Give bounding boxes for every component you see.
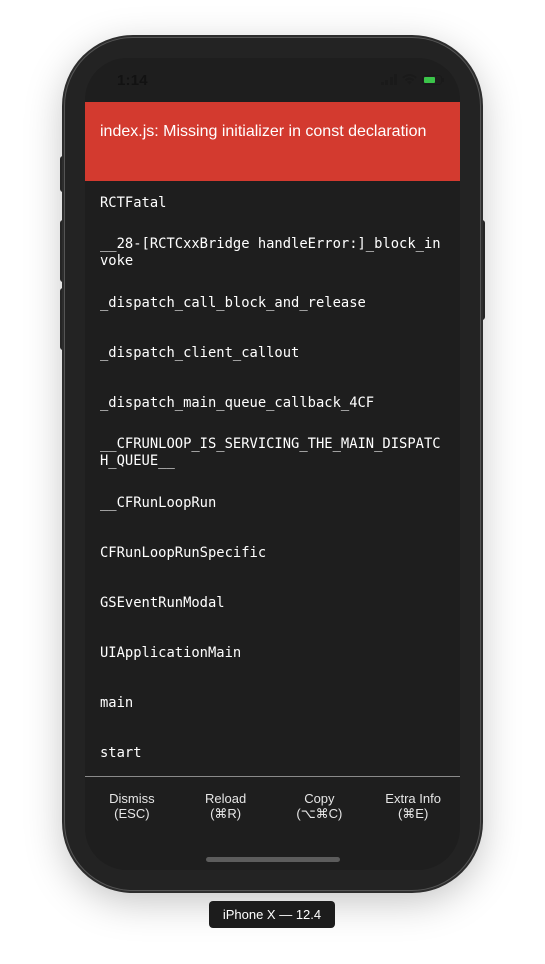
simulator-device-label: iPhone X — 12.4 [209,901,335,928]
stack-frame[interactable]: CFRunLoopRunSpecific [100,545,445,562]
dismiss-shortcut: (ESC) [114,806,150,821]
status-icons [380,74,444,85]
home-indicator[interactable] [206,857,340,862]
wifi-icon [402,74,417,85]
stack-frame[interactable]: UIApplicationMain [100,645,445,662]
stack-frame[interactable]: __28-[RCTCxxBridge handleError:]_block_i… [100,236,445,269]
redbox-error-header: index.js: Missing initializer in const d… [85,102,460,181]
extra-info-shortcut: (⌘E) [397,806,429,821]
battery-charging-icon [422,74,444,85]
stack-frame[interactable]: __CFRUNLOOP_IS_SERVICING_THE_MAIN_DISPAT… [100,436,445,469]
device-screen: 1:14 index.js: Missing initializer in co… [85,58,460,870]
extra-info-button[interactable]: Extra Info (⌘E) [366,777,460,827]
stack-frame[interactable]: RCTFatal [100,195,445,212]
dismiss-button[interactable]: Dismiss (ESC) [85,777,179,827]
dismiss-label: Dismiss [109,791,155,806]
copy-label: Copy [304,791,335,806]
stack-frame[interactable]: _dispatch_client_callout [100,345,445,362]
stack-frame[interactable]: start [100,745,445,762]
simulator-stage: 1:14 index.js: Missing initializer in co… [0,0,545,964]
stack-frame[interactable]: _dispatch_main_queue_callback_4CF [100,395,445,412]
error-message: index.js: Missing initializer in const d… [100,123,427,140]
extra-info-label: Extra Info [385,791,441,806]
reload-label: Reload [205,791,247,806]
cellular-signal-icon [380,74,397,85]
copy-button[interactable]: Copy (⌥⌘C) [273,777,367,827]
status-bar: 1:14 [85,58,460,102]
copy-shortcut: (⌥⌘C) [296,806,343,821]
stack-frame[interactable]: __CFRunLoopRun [100,495,445,512]
reload-shortcut: (⌘R) [210,806,242,821]
stack-frame[interactable]: _dispatch_call_block_and_release [100,295,445,312]
redbox-toolbar: Dismiss (ESC) Reload (⌘R) Copy (⌥⌘C) Ext… [85,776,460,827]
status-time: 1:14 [117,72,148,89]
stack-frame[interactable]: main [100,695,445,712]
reload-button[interactable]: Reload (⌘R) [179,777,273,827]
stack-frame[interactable]: GSEventRunModal [100,595,445,612]
